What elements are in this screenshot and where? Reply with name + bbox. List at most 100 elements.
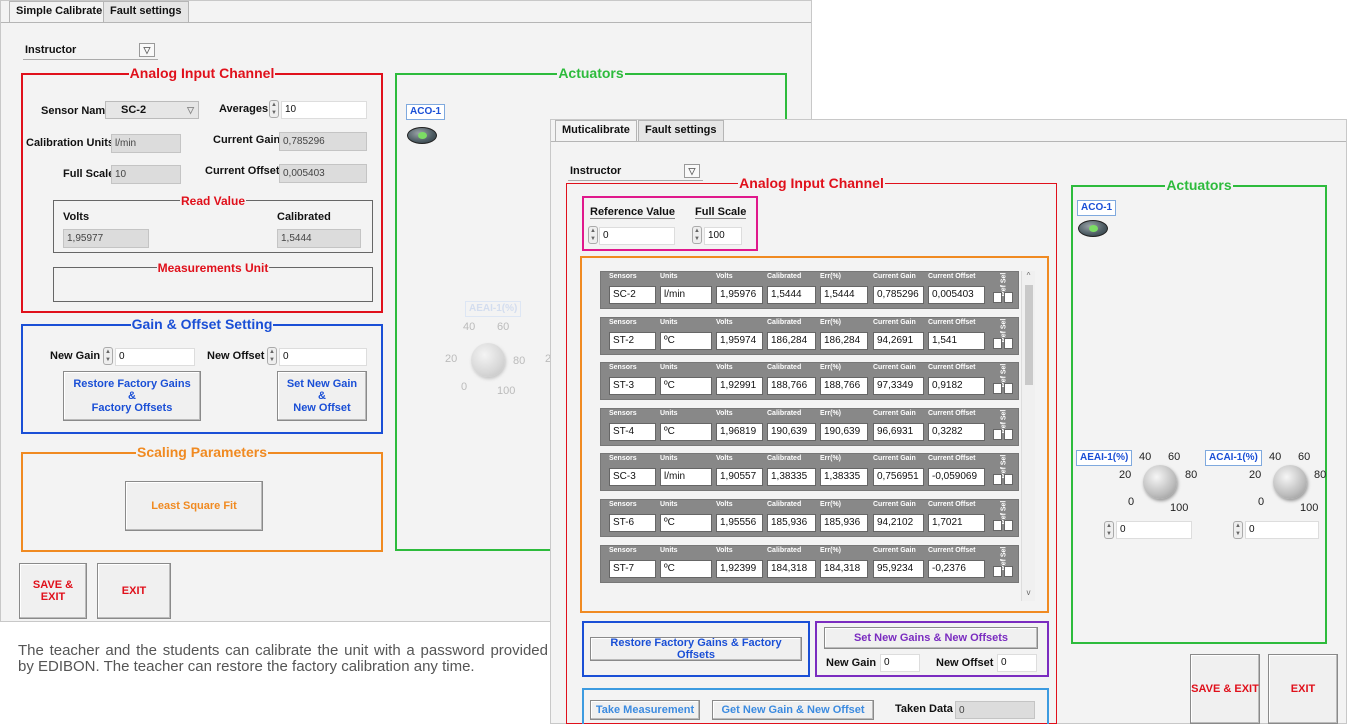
restore-factory-button[interactable]: Restore Factory Gains & Factory Offsets	[63, 371, 201, 421]
table-row[interactable]: Sensors Units Volts Calibrated Err(%) Current…	[600, 271, 1019, 309]
cell-value: 1,95976	[716, 286, 763, 304]
col-header: Current Offset	[928, 501, 976, 508]
cell-value: 1,92991	[716, 377, 763, 396]
cell-value: ºC	[660, 514, 712, 532]
table-row[interactable]: Sensors Units Volts Calibrated Err(%) Current…	[600, 316, 1019, 355]
tab-fault-settings[interactable]: Fault settings	[103, 1, 189, 22]
knob2-tick-80: 80	[1314, 469, 1327, 481]
tab-simple-calibrate[interactable]: Simple Calibrate	[9, 1, 110, 23]
sensor-name-select[interactable]: SC-2 ▽	[105, 101, 199, 119]
tab-fault-settings-2[interactable]: Fault settings	[638, 120, 724, 141]
select-checkbox[interactable]	[993, 337, 1002, 349]
tab-divider	[1, 22, 811, 23]
measurements-unit-group: Measurements Unit	[53, 261, 373, 302]
select-checkbox[interactable]	[993, 428, 1002, 440]
aeai-knob[interactable]	[471, 343, 505, 377]
aco-toggle[interactable]	[407, 127, 437, 144]
cell-value: 185,936	[767, 514, 816, 532]
exit-button-2[interactable]: EXIT	[1268, 654, 1338, 724]
user-select-value: Instructor	[25, 44, 77, 56]
cell-value: 0,3282	[928, 422, 985, 441]
select-checkbox[interactable]	[1004, 520, 1013, 531]
full-scale-input[interactable]: 100	[704, 227, 742, 245]
cell-value: ºC	[660, 331, 712, 350]
new-offset-input[interactable]: 0	[279, 348, 367, 366]
select-checkbox[interactable]	[993, 474, 1002, 486]
take-measurement-button[interactable]: Take Measurement	[590, 700, 700, 720]
save-exit-button-2[interactable]: SAVE & EXIT	[1190, 654, 1260, 724]
new-gain-spinner[interactable]: ▲ ▼	[103, 347, 113, 365]
table-row[interactable]: Sensors Units Volts Calibrated Err(%) Current…	[600, 499, 1019, 537]
knob1-spinner[interactable]: ▲ ▼	[1104, 521, 1114, 539]
select-checkbox[interactable]	[1004, 428, 1013, 440]
analog-input-title-2: Analog Input Channel	[738, 175, 885, 191]
select-checkbox[interactable]	[993, 292, 1002, 303]
tab-muticalibrate[interactable]: Muticalibrate	[555, 120, 637, 142]
scroll-down-icon[interactable]: v	[1022, 588, 1035, 597]
exit-button[interactable]: EXIT	[97, 563, 171, 619]
select-checkbox[interactable]	[993, 520, 1002, 531]
cell-value: 1,541	[928, 331, 985, 350]
new-offset-input-2[interactable]: 0	[997, 654, 1037, 672]
new-gain-input[interactable]: 0	[115, 348, 195, 366]
cell-value: 1,92399	[716, 559, 763, 578]
taken-data-label: Taken Data	[895, 703, 953, 715]
cell-value: 184,318	[820, 559, 868, 578]
knob2-input[interactable]: 0	[1245, 521, 1319, 539]
chevron-down-icon[interactable]: ▽	[139, 43, 155, 57]
knob2-spinner[interactable]: ▲ ▼	[1233, 521, 1243, 539]
least-square-fit-button[interactable]: Least Square Fit	[125, 481, 263, 531]
knob-tick-20: 20	[445, 353, 458, 365]
reference-spinner[interactable]: ▲ ▼	[588, 226, 598, 244]
knob-tick-60: 60	[497, 321, 510, 333]
knob1-tick-60: 60	[1168, 451, 1181, 463]
set-new-gains-button[interactable]: Set New Gains & New Offsets	[824, 627, 1038, 649]
scroll-thumb[interactable]	[1025, 285, 1033, 385]
knob1-input[interactable]: 0	[1116, 521, 1192, 539]
reference-input[interactable]: 0	[599, 227, 675, 245]
sensors-table-scrollbar[interactable]: ^ v	[1021, 271, 1035, 601]
knob2-tick-60: 60	[1298, 451, 1311, 463]
scroll-up-icon[interactable]: ^	[1022, 271, 1035, 280]
select-checkbox[interactable]	[1004, 337, 1013, 349]
averages-spinner[interactable]: ▲ ▼	[269, 100, 279, 118]
select-checkbox[interactable]	[1004, 474, 1013, 486]
chevron-down-icon[interactable]: ▽	[187, 102, 194, 118]
col-header: Volts	[716, 409, 733, 417]
col-header: Current Gain	[873, 455, 916, 463]
new-offset-spinner[interactable]: ▲ ▼	[267, 347, 277, 365]
averages-input[interactable]: 10	[281, 101, 367, 119]
table-row[interactable]: Sensors Units Volts Calibrated Err(%) Current…	[600, 362, 1019, 401]
table-row[interactable]: Sensors Units Volts Calibrated Err(%) Current…	[600, 453, 1019, 492]
select-checkbox[interactable]	[1004, 565, 1013, 577]
select-checkbox[interactable]	[1004, 383, 1013, 395]
knob2-tick-0: 0	[1258, 496, 1265, 508]
get-new-gain-button[interactable]: Get New Gain & New Offset	[712, 700, 874, 720]
acai-knob-label: ACAI-1(%)	[1205, 450, 1262, 466]
cell-value: l/min	[660, 468, 712, 487]
aeai-knob-2[interactable]	[1143, 465, 1177, 499]
new-gain-input-2[interactable]: 0	[880, 654, 920, 672]
select-checkbox[interactable]	[993, 565, 1002, 577]
col-header: Err(%)	[820, 546, 842, 554]
set-new-gain-button[interactable]: Set New Gain & New Offset	[277, 371, 367, 421]
select-checkbox[interactable]	[1004, 292, 1013, 303]
table-row[interactable]: Sensors Units Volts Calibrated Err(%) Current…	[600, 544, 1019, 583]
restore-factory-button-2[interactable]: Restore Factory Gains & Factory Offsets	[590, 637, 802, 661]
knob1-tick-100: 100	[1170, 502, 1189, 514]
user-select[interactable]: Instructor ▽	[23, 42, 158, 60]
table-row[interactable]: Sensors Units Volts Calibrated Err(%) Current…	[600, 407, 1019, 446]
analog-input-title: Analog Input Channel	[128, 65, 276, 81]
cell-value: 1,95974	[716, 331, 763, 350]
col-header: Err(%)	[820, 273, 842, 280]
col-header: Calibrated	[767, 364, 802, 372]
knob-tick-40: 40	[463, 321, 476, 333]
acai-knob[interactable]	[1273, 465, 1307, 499]
knob-tick-0: 0	[461, 381, 468, 393]
select-checkbox[interactable]	[993, 383, 1002, 395]
col-header: Sensors	[609, 318, 637, 326]
full-scale-spinner[interactable]: ▲ ▼	[692, 226, 702, 244]
aco-toggle-2[interactable]	[1078, 220, 1108, 237]
volts-value: 1,95977	[63, 229, 149, 248]
save-exit-button[interactable]: SAVE & EXIT	[19, 563, 87, 619]
